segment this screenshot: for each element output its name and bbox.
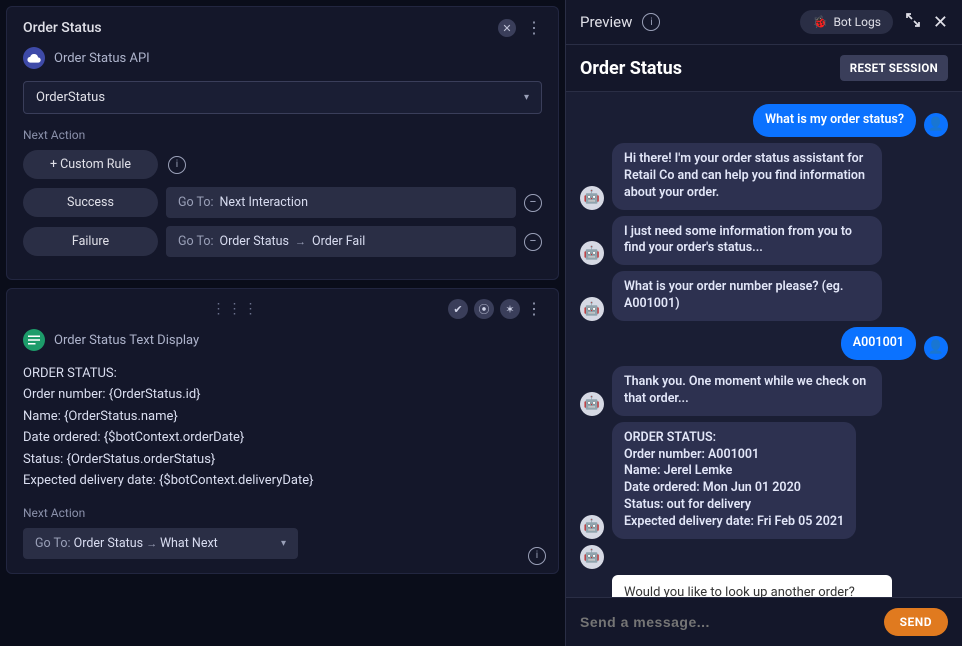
- text-line: Name: {OrderStatus.name}: [23, 406, 542, 427]
- code-icon[interactable]: ⦿: [474, 299, 494, 319]
- info-icon[interactable]: i: [168, 156, 186, 174]
- reset-session-button[interactable]: RESET SESSION: [840, 55, 948, 81]
- bot-message-row: 🤖 Hi there! I'm your order status assista…: [580, 143, 948, 210]
- preview-panel: Preview i 🐞 Bot Logs ✕ Order Status RESE…: [565, 0, 962, 646]
- rule-row-failure: Failure Go To: Order Status → Order Fail…: [23, 226, 542, 257]
- next-action-label: Next Action: [23, 506, 542, 520]
- add-custom-rule-button[interactable]: + Custom Rule: [23, 150, 158, 179]
- next-action-label: Next Action: [23, 128, 542, 142]
- editor-panel: Order Status ✕ ⋮ Order Status API OrderS…: [0, 0, 565, 646]
- message-bubble: I just need some information from you to…: [612, 216, 882, 266]
- bot-avatar-icon: 🤖: [580, 392, 604, 416]
- bot-avatar-icon: 🤖: [580, 545, 604, 569]
- text-line: Date ordered: {$botContext.orderDate}: [23, 427, 542, 448]
- info-icon[interactable]: i: [642, 13, 660, 31]
- api-select-value: OrderStatus: [36, 90, 105, 105]
- bot-prompt-row: 🤖: [580, 545, 948, 569]
- bot-avatar-icon: 🤖: [580, 186, 604, 210]
- gear-icon[interactable]: ✶: [500, 299, 520, 319]
- text-line: Expected delivery date: {$botContext.del…: [23, 470, 542, 491]
- chevron-down-icon: ▾: [281, 538, 286, 549]
- bot-message-row: 🤖 I just need some information from you t…: [580, 216, 948, 266]
- text-node-content: ORDER STATUS: Order number: {OrderStatus…: [23, 363, 542, 492]
- message-bubble: ORDER STATUS: Order number: A001001 Name…: [612, 422, 856, 539]
- bot-logs-label: Bot Logs: [833, 15, 880, 29]
- bot-message-row: 🤖 What is your order number please? (eg. …: [580, 271, 948, 321]
- api-node-title: Order Status API: [54, 51, 150, 66]
- rule-goto-success[interactable]: Go To: Next Interaction: [166, 187, 516, 218]
- rule-condition[interactable]: Failure: [23, 227, 158, 256]
- rule-goto-failure[interactable]: Go To: Order Status → Order Fail: [166, 226, 516, 257]
- message-bubble: Thank you. One moment while we check on …: [612, 366, 882, 416]
- chevron-down-icon: ▾: [524, 92, 529, 103]
- bot-avatar-icon: 🤖: [580, 297, 604, 321]
- info-icon[interactable]: i: [528, 547, 546, 565]
- bot-avatar-icon: 🤖: [580, 515, 604, 539]
- flow-title: Order Status: [23, 20, 102, 36]
- remove-rule-icon[interactable]: −: [524, 194, 542, 212]
- text-node-goto-select[interactable]: Go To: Order Status → What Next ▾: [23, 528, 298, 559]
- text-icon: [23, 329, 45, 351]
- bot-message-row: 🤖 Thank you. One moment while we check on…: [580, 366, 948, 416]
- user-avatar-icon: 👤: [924, 113, 948, 137]
- rule-row-success: Success Go To: Next Interaction −: [23, 187, 542, 218]
- flow-menu-icon[interactable]: ⋮: [526, 20, 542, 36]
- arrow-right-icon: →: [295, 235, 306, 248]
- remove-rule-icon[interactable]: −: [524, 233, 542, 251]
- prompt-question: Would you like to look up another order?: [612, 575, 892, 598]
- user-message-row: A001001 👤: [580, 327, 948, 360]
- close-flow-icon[interactable]: ✕: [498, 19, 516, 37]
- api-select[interactable]: OrderStatus ▾: [23, 81, 542, 114]
- send-button[interactable]: SEND: [884, 608, 948, 636]
- text-line: Order number: {OrderStatus.id}: [23, 384, 542, 405]
- user-message-row: What is my order status? 👤: [580, 104, 948, 137]
- text-line: ORDER STATUS:: [23, 363, 542, 384]
- prompt-card: Would you like to look up another order?…: [612, 575, 892, 598]
- chat-scroll[interactable]: What is my order status? 👤 🤖 Hi there! I'm …: [566, 91, 962, 598]
- bot-logs-button[interactable]: 🐞 Bot Logs: [800, 10, 892, 34]
- node-menu-icon[interactable]: ⋮: [526, 301, 542, 317]
- bug-icon: 🐞: [812, 15, 827, 29]
- text-line: Status: {OrderStatus.orderStatus}: [23, 449, 542, 470]
- arrow-right-icon: →: [146, 537, 160, 550]
- bot-message-row: 🤖 ORDER STATUS: Order number: A001001 Nam…: [580, 422, 948, 539]
- drag-handle-icon[interactable]: ⋮⋮⋮: [23, 301, 448, 317]
- message-bubble: Hi there! I'm your order status assistan…: [612, 143, 882, 210]
- text-node-title: Order Status Text Display: [54, 333, 199, 348]
- expand-icon[interactable]: [905, 12, 921, 33]
- rule-condition[interactable]: Success: [23, 188, 158, 217]
- text-display-card: ⋮⋮⋮ ✔ ⦿ ✶ ⋮ Order Status Text Display OR…: [6, 288, 559, 574]
- chat-input-row: SEND: [566, 598, 962, 646]
- chat-input[interactable]: [580, 614, 874, 630]
- message-bubble: A001001: [841, 327, 916, 360]
- flow-header-card: Order Status ✕ ⋮ Order Status API OrderS…: [6, 6, 559, 280]
- cloud-icon: [23, 47, 45, 69]
- close-icon[interactable]: ✕: [933, 12, 948, 33]
- check-icon[interactable]: ✔: [448, 299, 468, 319]
- bot-avatar-icon: 🤖: [580, 241, 604, 265]
- message-bubble: What is my order status?: [753, 104, 916, 137]
- user-avatar-icon: 👤: [924, 336, 948, 360]
- preview-title: Preview: [580, 13, 632, 31]
- chat-title: Order Status: [580, 58, 682, 79]
- message-bubble: What is your order number please? (eg. A…: [612, 271, 882, 321]
